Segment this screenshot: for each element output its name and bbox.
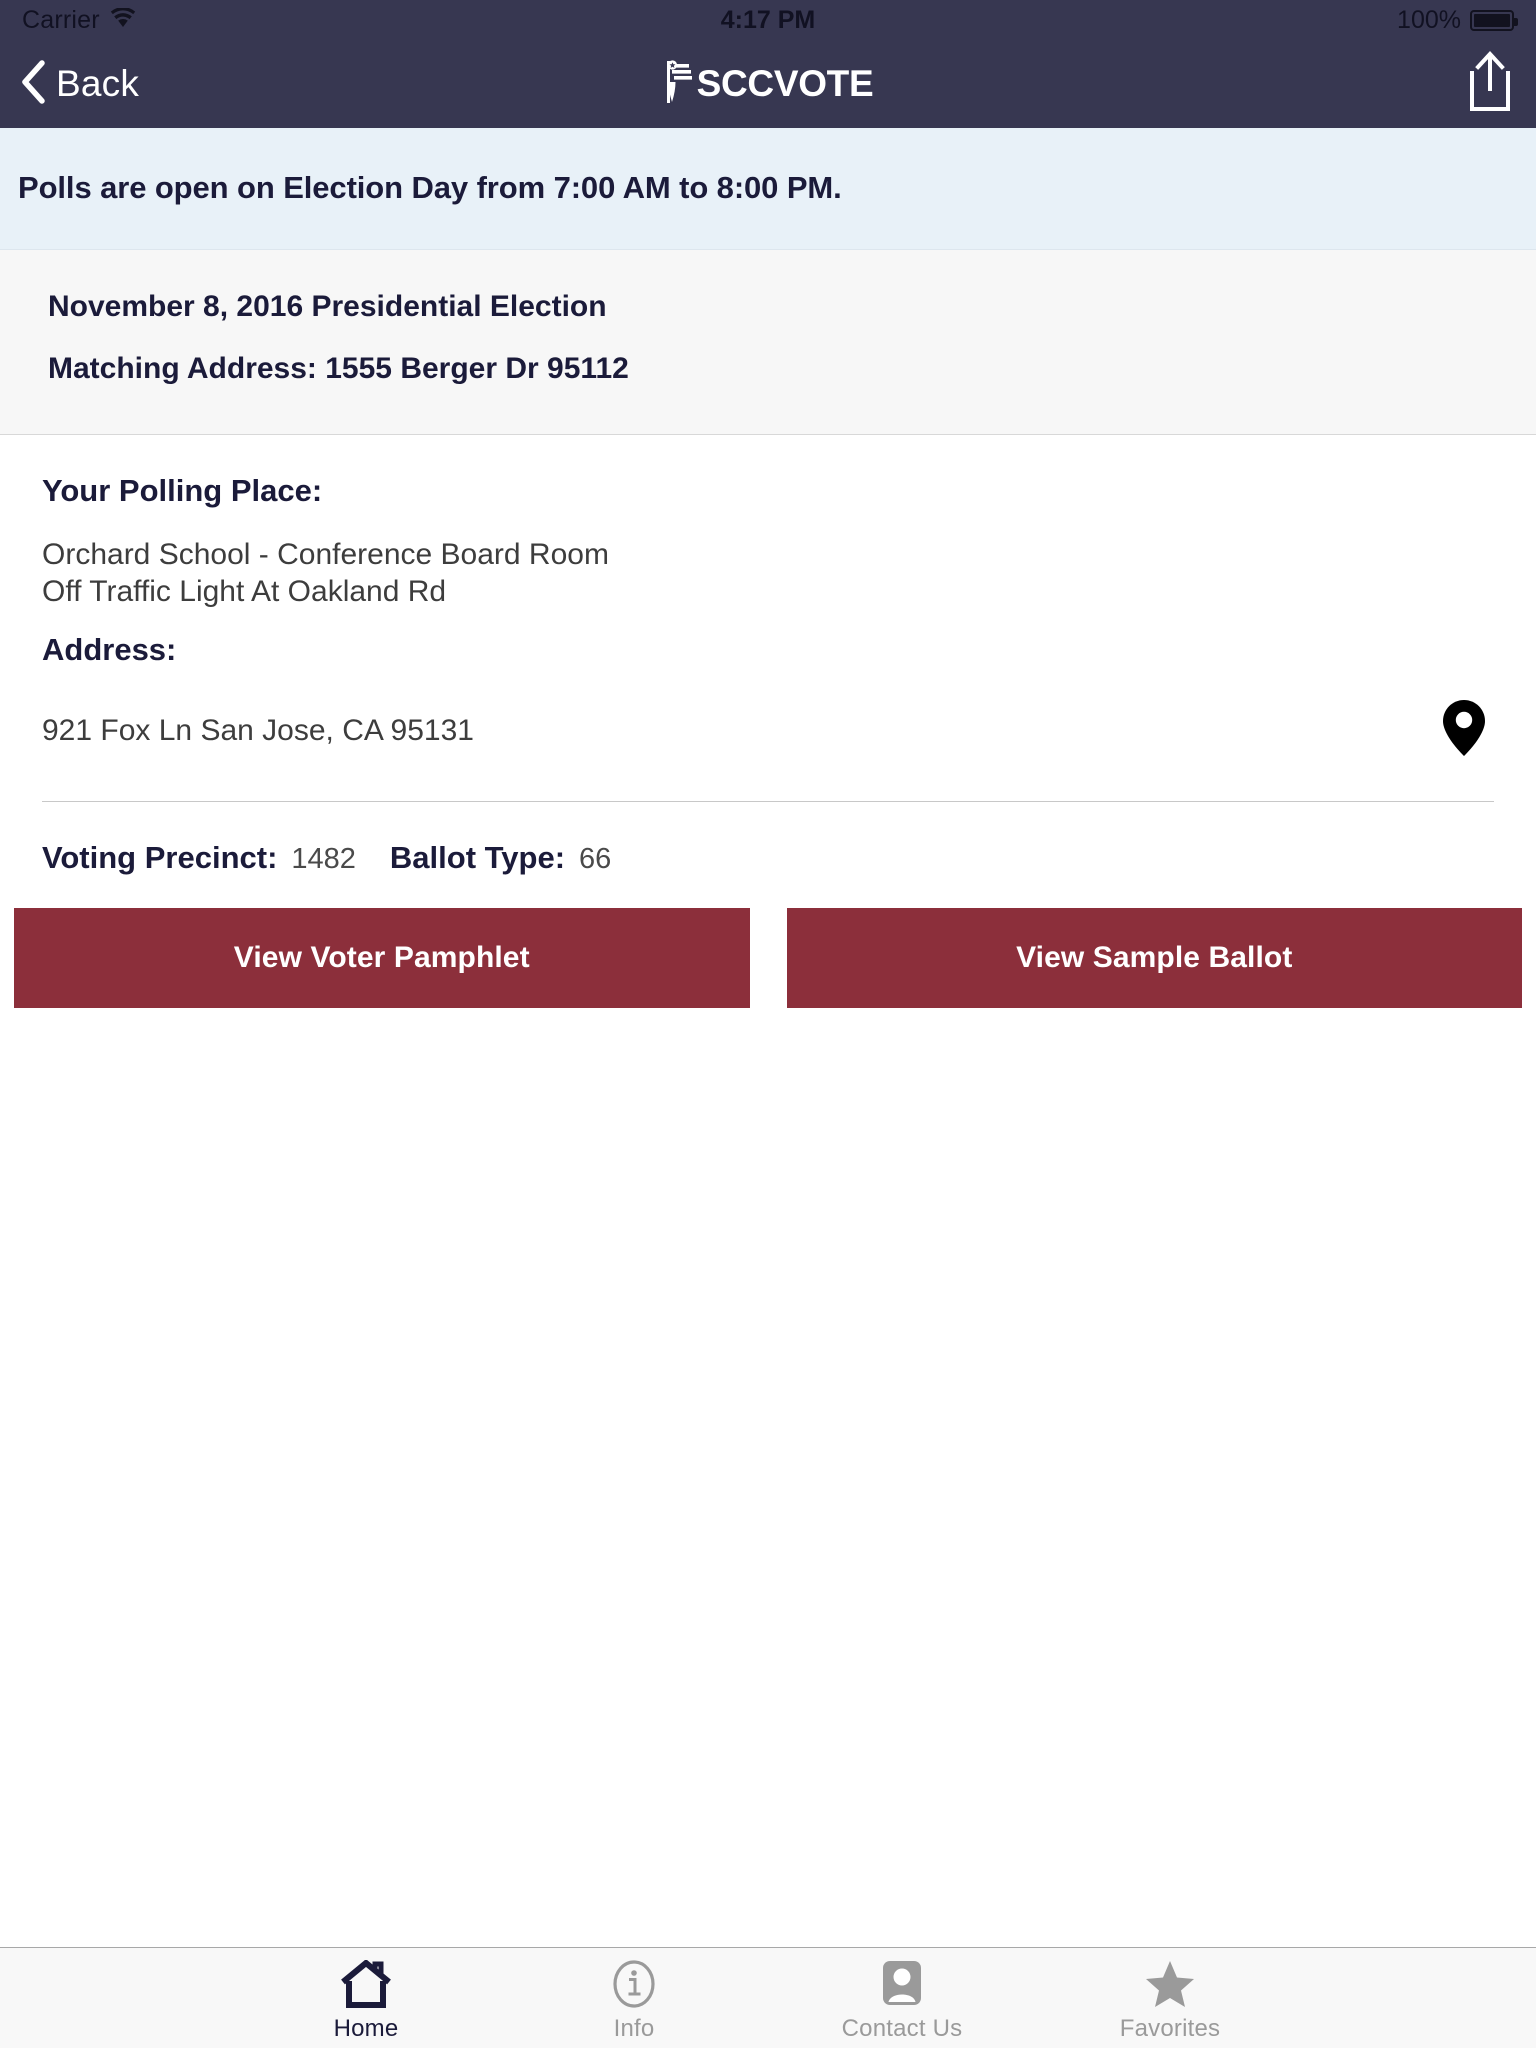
polling-place-name: Orchard School - Conference Board Room — [42, 538, 609, 571]
view-sample-ballot-button[interactable]: View Sample Ballot — [786, 908, 1522, 1009]
polls-hours-text: Polls are open on Election Day from 7:00… — [18, 170, 842, 205]
tab-info-label: Info — [613, 2015, 655, 2042]
ballot-type-label: Ballot Type: — [389, 840, 566, 876]
polling-place-heading: Your Polling Place: — [42, 473, 323, 508]
tab-favorites[interactable]: Favorites — [1036, 1948, 1304, 2048]
polling-place-directions: Off Traffic Light At Oakland Rd — [42, 574, 447, 608]
tab-home[interactable]: Home — [232, 1948, 500, 2048]
bottom-tab-bar: Home Info Contact Us Favorites — [0, 1947, 1536, 2048]
share-button[interactable] — [1464, 50, 1516, 118]
polling-place-details: Orchard School - Conference Board Room O… — [42, 509, 1494, 610]
star-icon — [1144, 1959, 1196, 2009]
polls-hours-banner: Polls are open on Election Day from 7:00… — [0, 128, 1536, 250]
address-row: 921 Fox Ln San Jose, CA 95131 — [42, 668, 1494, 803]
view-voter-pamphlet-button[interactable]: View Voter Pamphlet — [14, 908, 750, 1009]
address-heading: Address: — [42, 632, 177, 668]
nav-bar: Back SCCVOTE — [0, 40, 1536, 128]
info-circle-icon — [612, 1959, 656, 2009]
ballot-type-value: 66 — [579, 843, 612, 876]
page-content: Polls are open on Election Day from 7:00… — [0, 128, 1536, 2048]
back-button[interactable]: Back — [20, 59, 140, 109]
home-icon — [340, 1959, 392, 2009]
address-text: 921 Fox Ln San Jose, CA 95131 — [42, 713, 474, 747]
content-spacer — [0, 1008, 1536, 2048]
map-pin-icon — [1440, 698, 1488, 763]
status-bar: Carrier 4:17 PM 100% — [0, 0, 1536, 40]
matching-address: Matching Address: 1555 Berger Dr 95112 — [48, 352, 629, 385]
status-bar-time: 4:17 PM — [720, 5, 816, 34]
voting-precinct-label: Voting Precinct: — [42, 840, 278, 876]
precinct-row: Voting Precinct: 1482 Ballot Type: 66 — [42, 802, 1494, 906]
voting-precinct-value: 1482 — [291, 843, 356, 876]
election-name: November 8, 2016 Presidential Election — [48, 290, 607, 323]
tab-home-label: Home — [333, 2015, 399, 2042]
app-screen: Carrier 4:17 PM 100% Back SCCVOTE Polls … — [0, 0, 1536, 2048]
tab-favorites-label: Favorites — [1119, 2015, 1221, 2042]
tab-contact-us-label: Contact Us — [841, 2015, 963, 2042]
nav-title-group: SCCVOTE — [0, 59, 1536, 110]
tab-info[interactable]: Info — [500, 1948, 768, 2048]
election-info-block: November 8, 2016 Presidential Election M… — [0, 250, 1536, 435]
chevron-left-icon — [20, 59, 46, 109]
battery-full-icon — [1470, 9, 1518, 31]
tab-contact-us[interactable]: Contact Us — [768, 1948, 1036, 2048]
map-pin-button[interactable] — [1440, 698, 1494, 763]
flag-icon — [663, 59, 693, 110]
share-icon — [1464, 50, 1516, 118]
polling-place-section: Your Polling Place: Orchard School - Con… — [0, 435, 1536, 907]
back-button-label: Back — [56, 63, 140, 104]
action-button-row: View Voter Pamphlet View Sample Ballot — [0, 908, 1536, 1009]
contact-card-icon — [879, 1959, 925, 2009]
app-title: SCCVOTE — [696, 63, 874, 104]
